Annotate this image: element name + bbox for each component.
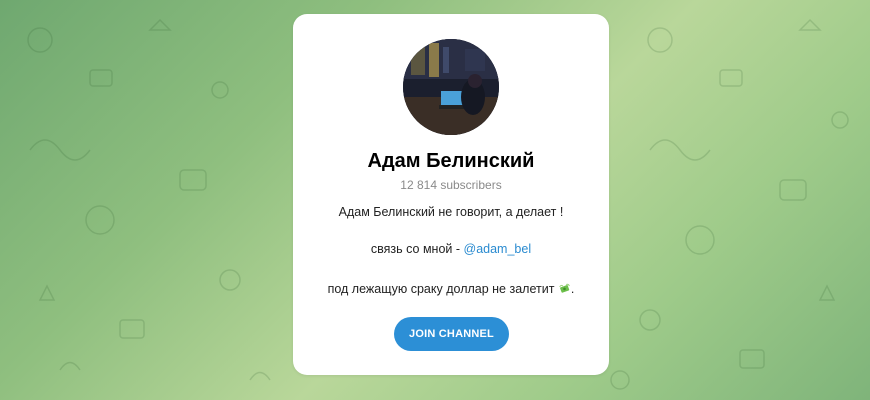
description-line-3-text: под лежащую сраку доллар не залетит bbox=[327, 282, 555, 296]
subscriber-count: 12 814 subscribers bbox=[400, 178, 502, 192]
avatar-photo-icon bbox=[403, 39, 499, 135]
contact-username-link[interactable]: @adam_bel bbox=[464, 242, 532, 256]
description-line-2: связь со мной - @adam_bel bbox=[293, 242, 609, 256]
description-line-1: Адам Белинский не говорит, а делает ! bbox=[338, 205, 564, 219]
description-line-3: под лежащую сраку доллар не залетит . bbox=[293, 282, 609, 296]
description-line-3-suffix: . bbox=[570, 282, 575, 296]
channel-avatar bbox=[403, 39, 499, 135]
join-channel-button[interactable]: JOIN CHANNEL bbox=[394, 317, 509, 351]
contact-label: связь со мной - bbox=[370, 242, 464, 256]
channel-title: Адам Белинский bbox=[367, 150, 535, 172]
channel-card: Адам Белинский 12 814 subscribers Адам Б… bbox=[293, 14, 609, 375]
money-with-wings-icon bbox=[559, 283, 570, 293]
